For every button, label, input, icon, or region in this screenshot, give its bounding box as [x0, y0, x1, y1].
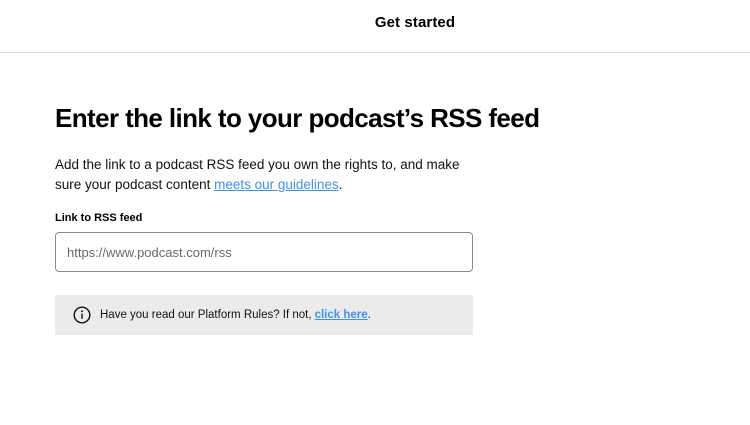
platform-rules-notice: Have you read our Platform Rules? If not…	[55, 295, 473, 335]
rss-feed-input[interactable]	[55, 232, 473, 272]
guidelines-link[interactable]: meets our guidelines	[214, 177, 339, 192]
header-title: Get started	[374, 14, 456, 31]
notice-suffix: .	[367, 309, 371, 321]
notice-text: Have you read our Platform Rules? If not…	[100, 309, 312, 321]
description-period: .	[338, 176, 343, 192]
rss-field-label: Link to RSS feed	[55, 212, 143, 224]
top-bar: Get started	[0, 0, 750, 53]
platform-rules-link[interactable]: click here	[315, 309, 368, 321]
description: Add the link to a podcast RSS feed you o…	[55, 155, 475, 194]
page-title: Enter the link to your podcast’s RSS fee…	[55, 103, 540, 133]
info-icon	[73, 306, 91, 324]
rss-form: Enter the link to your podcast’s RSS fee…	[55, 100, 540, 335]
